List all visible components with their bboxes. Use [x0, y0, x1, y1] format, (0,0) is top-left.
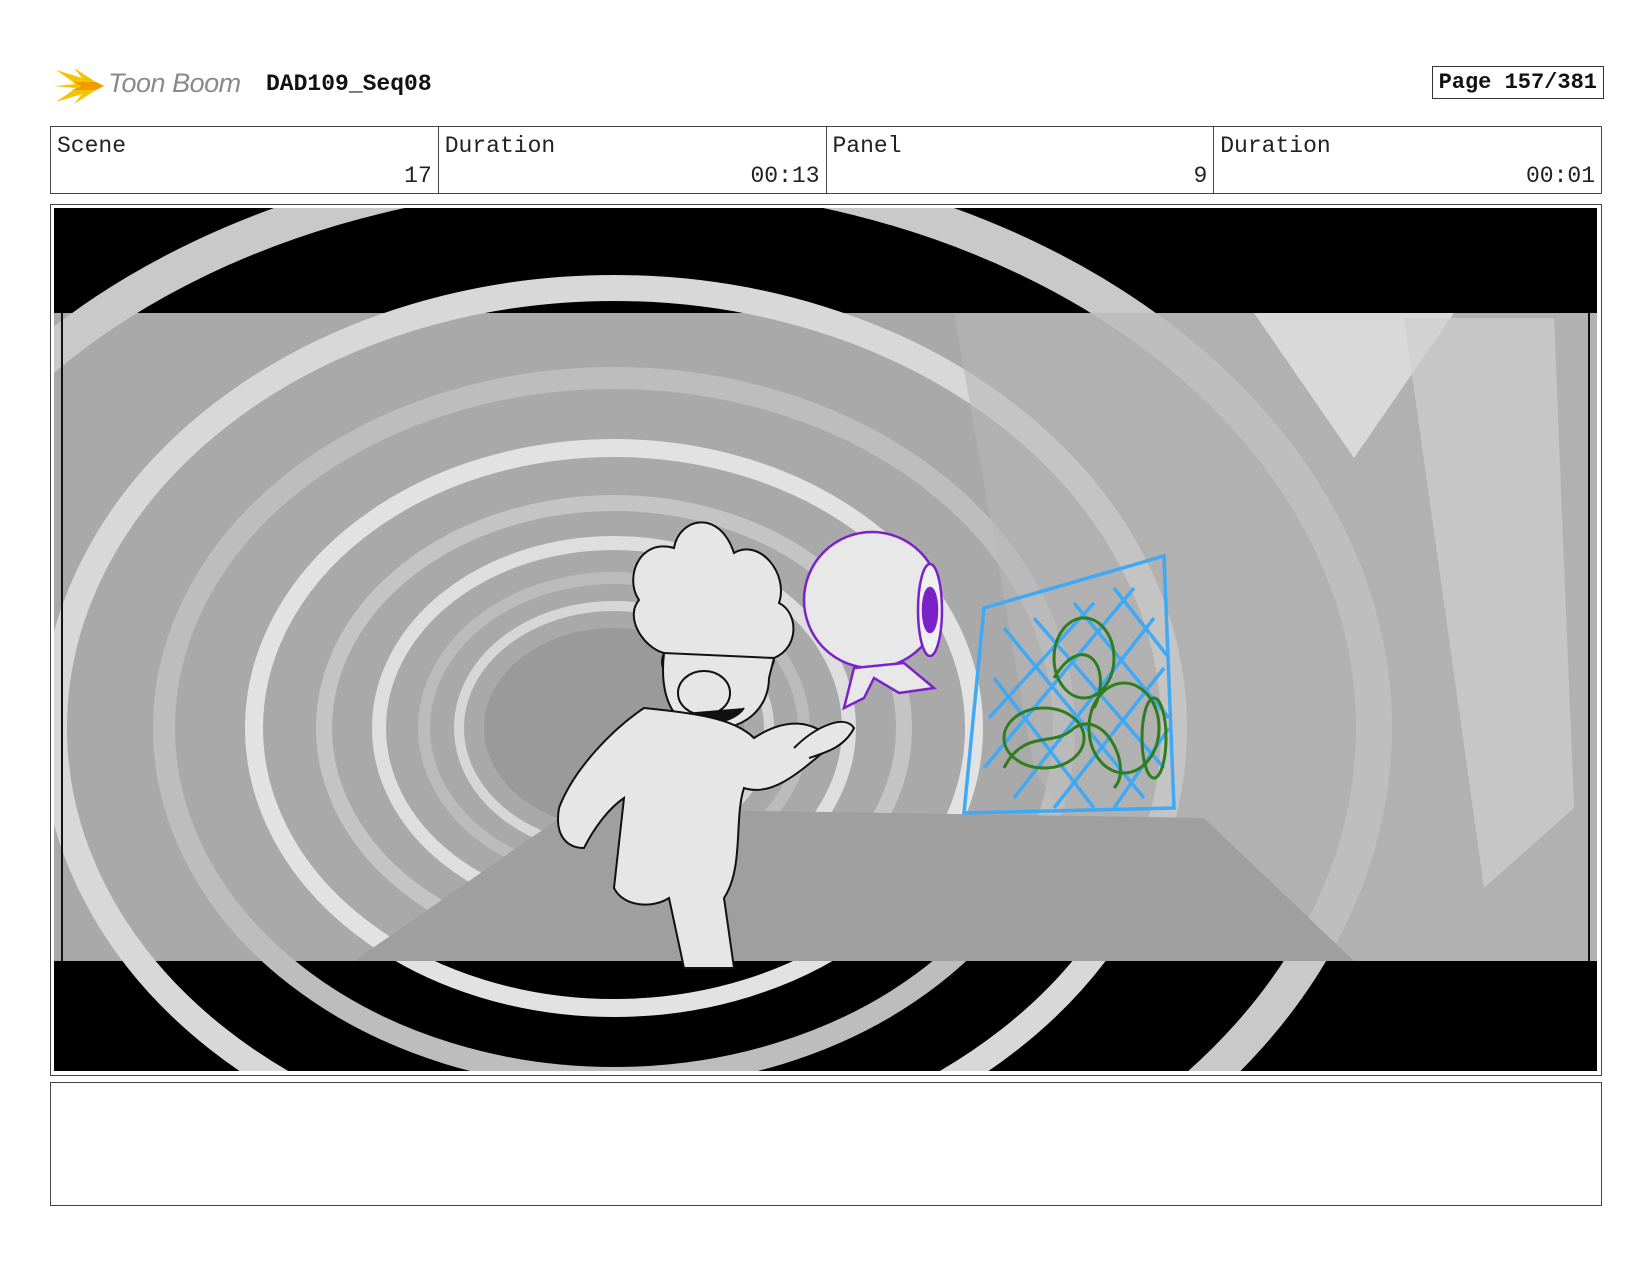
panel-notes-box: [50, 1082, 1602, 1206]
toon-boom-logo: Toon Boom: [52, 60, 252, 108]
page-number: Page 157/381: [1431, 66, 1604, 99]
sequence-title: DAD109_Seq08: [266, 71, 432, 97]
scene-duration-cell: Duration 00:13: [439, 127, 827, 193]
toon-boom-burst-icon: [54, 68, 104, 104]
scene-cell: Scene 17: [51, 127, 439, 193]
panel-duration-cell: Duration 00:01: [1214, 127, 1601, 193]
panel-duration-value: 00:01: [1525, 163, 1595, 189]
panel-label: Panel: [832, 133, 902, 159]
scene-duration-label: Duration: [444, 133, 556, 159]
panel-frame: [50, 204, 1602, 1076]
scene-value: 17: [404, 163, 432, 189]
storyboard-drawing: [54, 208, 1597, 1071]
panel-value: 9: [1193, 163, 1208, 189]
panel-info-table: Scene 17 Duration 00:13 Panel 9 Duration…: [50, 126, 1602, 194]
panel-cell: Panel 9: [827, 127, 1215, 193]
scene-duration-value: 00:13: [750, 163, 820, 189]
panel-drawing: [54, 208, 1597, 1071]
panel-duration-label: Duration: [1220, 133, 1331, 159]
logo-text: Toon Boom: [108, 68, 241, 98]
scene-label: Scene: [57, 133, 127, 159]
storyboard-header: Toon Boom DAD109_Seq08 Page 157/381: [52, 58, 1604, 110]
